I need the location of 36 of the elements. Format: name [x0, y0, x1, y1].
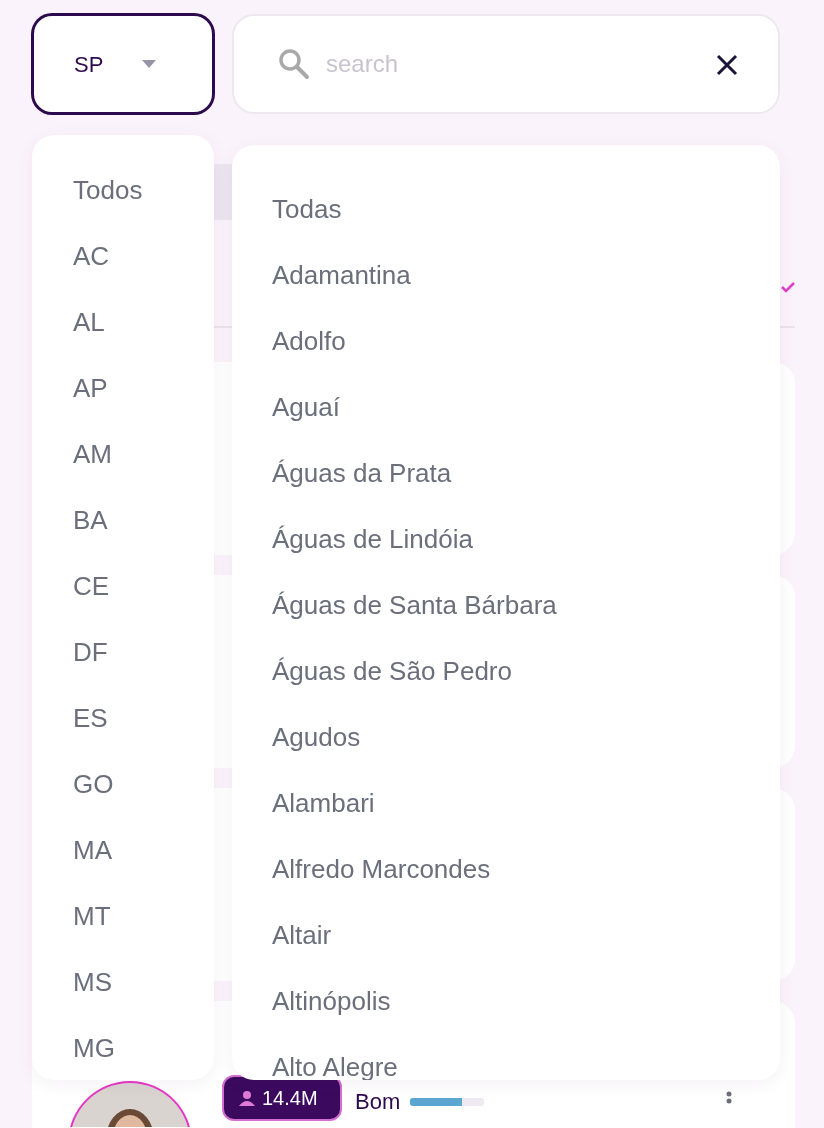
rating-label: Bom: [355, 1088, 401, 1116]
city-option[interactable]: Alambari: [232, 770, 780, 836]
state-option[interactable]: AC: [32, 223, 214, 289]
city-option[interactable]: Águas de Lindóia: [232, 506, 780, 572]
city-option[interactable]: Águas da Prata: [232, 440, 780, 506]
followers-badge: 14.4M: [222, 1075, 342, 1121]
city-option[interactable]: Adolfo: [232, 308, 780, 374]
state-option[interactable]: BA: [32, 487, 214, 553]
close-icon[interactable]: [716, 52, 738, 76]
caret-icon: [141, 59, 158, 69]
state-option[interactable]: MS: [32, 949, 214, 1015]
state-option[interactable]: AL: [32, 289, 214, 355]
state-option[interactable]: AP: [32, 355, 214, 421]
city-option[interactable]: Todas: [232, 176, 780, 242]
city-option[interactable]: Agudos: [232, 704, 780, 770]
city-option[interactable]: Águas de São Pedro: [232, 638, 780, 704]
city-option[interactable]: Altinópolis: [232, 968, 780, 1034]
state-option[interactable]: DF: [32, 619, 214, 685]
person-icon: [238, 1090, 256, 1106]
check-icon: [780, 281, 796, 293]
search-bar[interactable]: search: [232, 14, 780, 114]
state-option[interactable]: CE: [32, 553, 214, 619]
state-option[interactable]: GO: [32, 751, 214, 817]
state-option[interactable]: ES: [32, 685, 214, 751]
city-option[interactable]: Altair: [232, 902, 780, 968]
state-option[interactable]: MG: [32, 1015, 214, 1080]
state-dropdown[interactable]: SP: [32, 14, 214, 114]
state-option[interactable]: MT: [32, 883, 214, 949]
state-option[interactable]: MA: [32, 817, 214, 883]
city-option[interactable]: Adamantina: [232, 242, 780, 308]
state-option[interactable]: Todos: [32, 157, 214, 223]
city-option[interactable]: Águas de Santa Bárbara: [232, 572, 780, 638]
search-icon: [278, 48, 310, 80]
city-option[interactable]: Aguaí: [232, 374, 780, 440]
state-option[interactable]: AM: [32, 421, 214, 487]
city-option[interactable]: Alfredo Marcondes: [232, 836, 780, 902]
